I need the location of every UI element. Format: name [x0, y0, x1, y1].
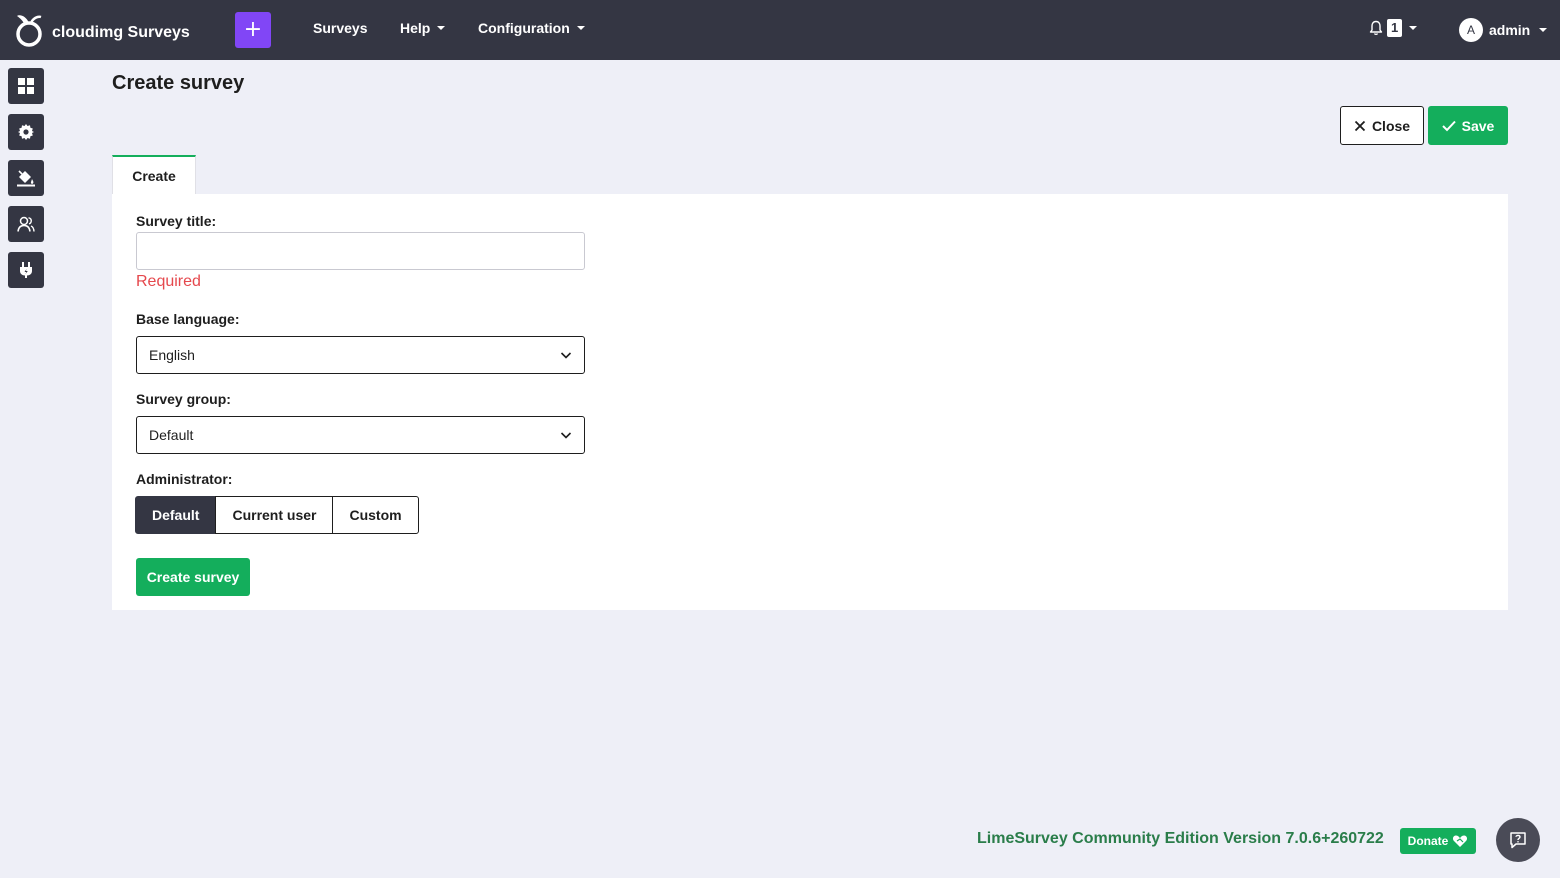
- sidebar-item-dashboard[interactable]: [8, 68, 44, 104]
- brand[interactable]: cloudimg Surveys: [14, 12, 190, 48]
- chevron-down-icon: [560, 432, 572, 439]
- sidebar-item-users[interactable]: [8, 206, 44, 242]
- caret-down-icon: [1539, 28, 1548, 32]
- user-name: admin: [1489, 22, 1531, 38]
- administrator-option-default[interactable]: Default: [135, 496, 217, 534]
- check-icon: [1441, 120, 1456, 131]
- save-button-label: Save: [1461, 117, 1495, 134]
- administrator-option-custom[interactable]: Custom: [332, 496, 419, 534]
- caret-down-icon: [1409, 26, 1418, 30]
- user-menu[interactable]: A admin: [1459, 18, 1548, 42]
- chevron-down-icon: [560, 352, 572, 359]
- paint-bucket-icon: [17, 170, 35, 187]
- avatar: A: [1459, 18, 1483, 42]
- nav-help-label: Help: [400, 20, 431, 36]
- users-icon: [17, 216, 35, 232]
- bell-icon: [1369, 20, 1383, 35]
- nav-surveys-label: Surveys: [313, 20, 368, 36]
- administrator-option-current-user[interactable]: Current user: [215, 496, 334, 534]
- notification-count-badge: 1: [1387, 19, 1403, 37]
- nav-configuration[interactable]: Configuration: [478, 20, 585, 36]
- sidebar-item-plugins[interactable]: [8, 252, 44, 288]
- close-button-label: Close: [1371, 117, 1411, 134]
- top-navbar: cloudimg Surveys + Surveys Help Configur…: [0, 0, 1560, 60]
- base-language-value: English: [149, 347, 195, 363]
- sidebar-item-settings[interactable]: [8, 114, 44, 150]
- save-button[interactable]: Save: [1428, 106, 1508, 145]
- required-error-text: Required: [136, 273, 201, 290]
- base-language-label: Base language:: [136, 311, 240, 327]
- donate-button[interactable]: Donate: [1400, 828, 1476, 854]
- survey-group-value: Default: [149, 427, 194, 443]
- close-icon: [1354, 120, 1366, 131]
- gear-icon: [18, 124, 34, 140]
- create-new-button[interactable]: +: [235, 12, 271, 48]
- donate-label: Donate: [1407, 834, 1449, 848]
- notifications-dropdown[interactable]: 1: [1369, 19, 1418, 37]
- help-chat-icon: [1510, 832, 1526, 849]
- administrator-label: Administrator:: [136, 471, 233, 487]
- plug-icon: [20, 262, 32, 278]
- nav-surveys[interactable]: Surveys: [313, 20, 367, 36]
- nav-help[interactable]: Help: [400, 20, 446, 36]
- dashboard-grid-icon: [18, 78, 34, 94]
- page-title: Create survey: [112, 72, 245, 94]
- survey-title-input[interactable]: [136, 232, 585, 270]
- survey-title-label: Survey title:: [136, 213, 217, 229]
- caret-down-icon: [437, 26, 446, 30]
- help-chat-button[interactable]: [1496, 818, 1540, 862]
- tab-create[interactable]: Create: [112, 155, 196, 195]
- caret-down-icon: [576, 26, 585, 30]
- base-language-select[interactable]: English: [136, 336, 585, 374]
- create-survey-button[interactable]: Create survey: [136, 558, 250, 596]
- brand-name: cloudimg Surveys: [52, 24, 190, 41]
- close-button[interactable]: Close: [1340, 106, 1424, 145]
- survey-group-label: Survey group:: [136, 391, 231, 407]
- nav-configuration-label: Configuration: [478, 20, 570, 36]
- sidebar-item-themes[interactable]: [8, 160, 44, 196]
- heart-handshake-icon: [1453, 835, 1468, 847]
- survey-group-select[interactable]: Default: [136, 416, 585, 454]
- brand-logo-icon: [16, 15, 42, 47]
- version-text: LimeSurvey Community Edition Version 7.0…: [977, 830, 1384, 847]
- administrator-toggle-group: Default Current user Custom: [135, 496, 419, 534]
